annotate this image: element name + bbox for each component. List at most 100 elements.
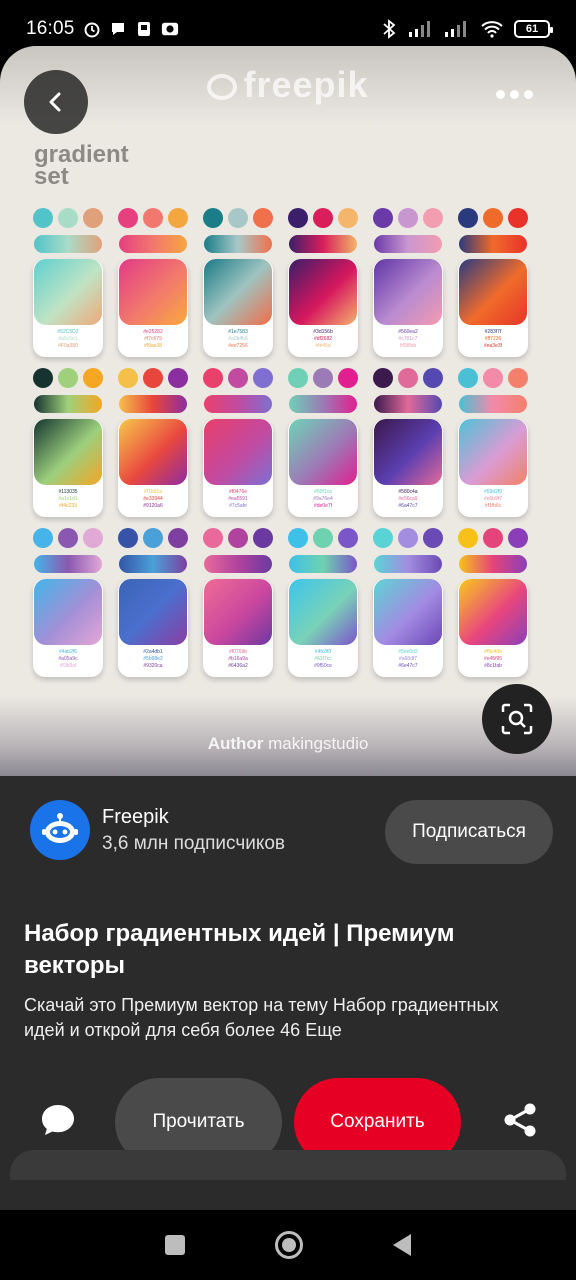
gradient-swatch (459, 419, 527, 485)
pin-description[interactable]: Скачай это Премиум вектор на тему Набор … (24, 993, 524, 1043)
gradient-bar (289, 395, 357, 413)
color-code: #63f7cc (314, 656, 332, 662)
color-dot (228, 528, 248, 548)
wifi-icon (480, 20, 504, 38)
color-code: #F0a380 (58, 343, 78, 349)
gradient-tile: #60f1ca #9a76e4 #de0e7f (288, 419, 358, 517)
color-codes: #59d2f0 #e6b9f7 #f1fb6c (458, 489, 528, 510)
color-code: #4ab2f6 (58, 649, 78, 655)
color-dots (30, 528, 106, 548)
color-dots (200, 208, 276, 228)
color-dot (338, 208, 358, 228)
color-dot (398, 368, 418, 388)
color-dot (118, 528, 138, 548)
color-dot (143, 528, 163, 548)
color-dot (118, 368, 138, 388)
color-dot (143, 368, 163, 388)
color-dot (168, 528, 188, 548)
color-dot (313, 528, 333, 548)
gradient-bar (374, 395, 442, 413)
color-dot (203, 368, 223, 388)
color-code: #59d2f0 (483, 489, 503, 495)
color-code: #a68df7 (398, 656, 418, 662)
color-codes: #f9c40b #e45f95 #8c1fab (458, 649, 528, 670)
home-button[interactable] (275, 1231, 303, 1259)
color-dot (228, 208, 248, 228)
color-code: #f0769b (228, 649, 248, 655)
gradient-swatch (204, 419, 272, 485)
subscribe-button[interactable]: Подписаться (385, 800, 553, 864)
color-code: #4fc8f0 (314, 649, 332, 655)
gradient-swatch (34, 419, 102, 485)
gradient-swatch (34, 259, 102, 325)
gradient-tile: #f0476e #ea5591 #7c5afe (203, 419, 273, 517)
color-dot (458, 208, 478, 228)
color-dot (373, 368, 393, 388)
color-code: #60f1ca (314, 489, 332, 495)
color-codes: #580c4a #e56ca9 #6a47c7 (373, 489, 443, 510)
color-codes: #4ab2f6 #a05a9c #f3b9af (33, 649, 103, 670)
gradient-swatch (374, 419, 442, 485)
gradient-swatch (119, 579, 187, 645)
color-codes: #560ea2 #c701c7 #f98fab (373, 329, 443, 350)
color-dot (253, 368, 273, 388)
comment-icon[interactable] (38, 1100, 78, 1140)
color-code: #b16a9a (228, 656, 248, 662)
color-code: #f9ae38 (143, 343, 163, 349)
color-codes: #52C5D2 #a5c5e1 #F0a380 (33, 329, 103, 350)
color-code: #113035 (58, 489, 78, 495)
color-dot (423, 208, 443, 228)
gradient-card: #560ea2 #c701c7 #f98fab (370, 208, 446, 358)
color-code: #ee7256 (228, 343, 248, 349)
gradient-card: #f0769b #b16a9a #6436a2 (200, 528, 276, 678)
system-back-button[interactable] (393, 1234, 411, 1256)
gradient-card: #1e7583 #a0b4b6 #ee7256 (200, 208, 276, 358)
gradient-tile: #52C5D2 #a5c5e1 #F0a380 (33, 259, 103, 357)
color-dot (203, 528, 223, 548)
color-code: #f4c233 (59, 503, 77, 509)
color-codes: #1e7583 #a0b4b6 #ee7256 (203, 329, 273, 350)
color-dot (58, 208, 78, 228)
color-dot (83, 528, 103, 548)
color-dots (115, 368, 191, 388)
signal-icon (408, 20, 434, 38)
color-code: #9a76e4 (313, 496, 333, 502)
more-options-button[interactable] (496, 90, 533, 99)
freepik-robot-icon (42, 813, 78, 843)
color-dots (370, 368, 446, 388)
color-dot (203, 208, 223, 228)
color-code: #e33944 (143, 496, 163, 502)
chevron-left-icon (49, 92, 61, 112)
color-dot (288, 368, 308, 388)
color-dot (313, 368, 333, 388)
gradient-tile: #e25282 #f7c679 #f9ae38 (118, 259, 188, 357)
color-dot (118, 208, 138, 228)
share-icon[interactable] (500, 1100, 540, 1140)
gradient-card: #e25282 #f7c679 #f9ae38 (115, 208, 191, 358)
color-codes: #f1b91a #e33944 #9120a6 (118, 489, 188, 510)
color-dot (338, 368, 358, 388)
color-codes: #3d156b #df2682 #fe45d (288, 329, 358, 350)
color-dot (458, 528, 478, 548)
more-dot-icon (496, 90, 505, 99)
gradient-swatch (289, 419, 357, 485)
color-dot (288, 208, 308, 228)
color-code: #a5c5e1 (58, 336, 78, 342)
color-dot (338, 528, 358, 548)
recents-button[interactable] (165, 1235, 185, 1255)
color-dots (30, 368, 106, 388)
visual-search-button[interactable] (482, 684, 552, 754)
system-nav-bar (0, 1210, 576, 1280)
back-button[interactable] (24, 70, 88, 134)
color-dot (83, 368, 103, 388)
pin-image[interactable]: freepik gradient set #52C5D2 #a5c5e1 #F0a3… (0, 46, 576, 776)
gradient-card: #3d156b #df2682 #fe45d (285, 208, 361, 358)
gradient-tile: #560ea2 #c701c7 #f98fab (373, 259, 443, 357)
color-code: #5b98e2 (143, 656, 163, 662)
color-dot (33, 528, 53, 548)
gradient-bar (119, 555, 187, 573)
creator-avatar[interactable] (30, 800, 90, 860)
color-codes: #2a4db1 #5b98e2 #9320ca (118, 649, 188, 670)
creator-name[interactable]: Freepik (102, 806, 169, 829)
color-code: #580c4a (398, 489, 418, 495)
